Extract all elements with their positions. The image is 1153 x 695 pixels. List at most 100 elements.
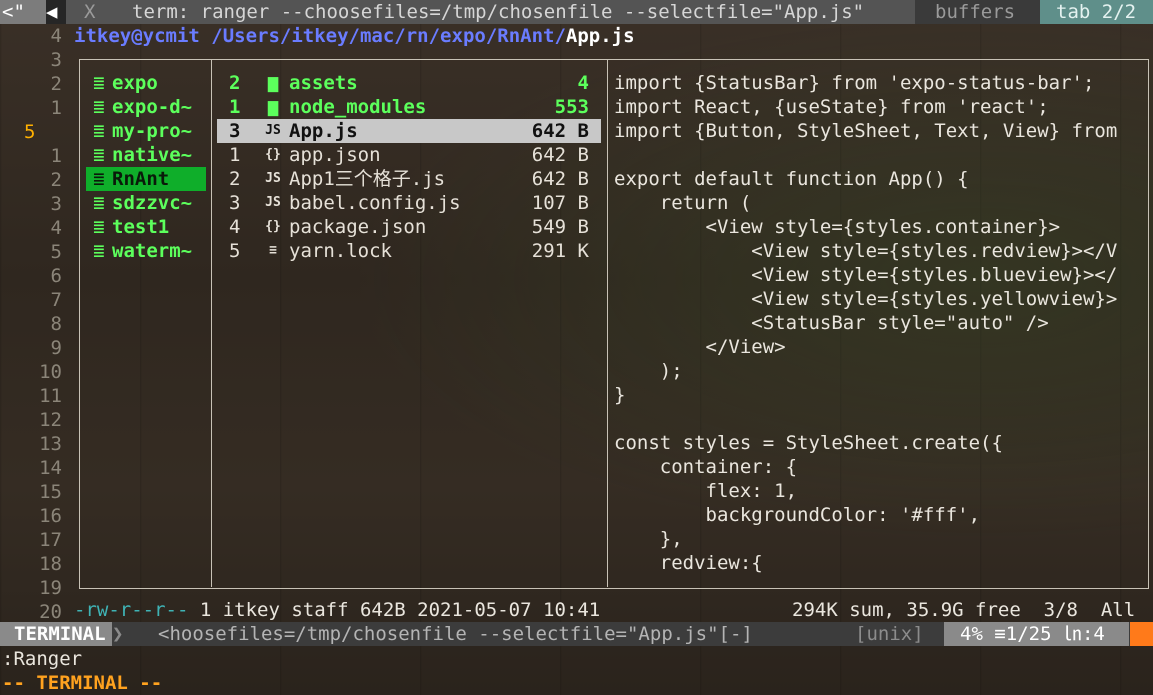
file-name: app.json <box>289 144 381 166</box>
file-size: 4 <box>577 72 589 94</box>
parent-dir-item[interactable]: ≣ RnAnt <box>86 167 206 191</box>
folder-list-icon: ≣ <box>93 192 105 214</box>
text-file-icon: ≡ <box>269 243 277 258</box>
preview-code-line: <View style={styles.yellowview}> <box>614 288 1118 310</box>
line-number: 17 <box>39 529 62 551</box>
tabline-left-label: <" <box>0 0 46 24</box>
file-index: 4 <box>229 216 241 238</box>
parent-dir-label: expo-d~ <box>112 96 193 118</box>
preview-code-line: export default function App() { <box>614 168 969 190</box>
buffers-button[interactable]: buffers <box>915 0 1055 24</box>
line-number: 10 <box>39 361 62 383</box>
vim-statusline: TERMINAL ❯ <hoosefiles=/tmp/chosenfile -… <box>0 622 1153 646</box>
file-index: 3 <box>229 192 241 214</box>
parent-dir-item[interactable]: ≣ sdzzvc~ <box>86 191 206 215</box>
file-format: [unix] <box>855 623 924 645</box>
parent-dir-item[interactable]: ≣ waterm~ <box>86 239 206 263</box>
preview-code-line: ); <box>614 360 683 382</box>
preview-code-line: </View> <box>614 336 786 358</box>
folder-icon: ▆ <box>267 97 279 117</box>
parent-dir-label: expo <box>112 72 158 94</box>
parent-dir-item[interactable]: ≣ expo-d~ <box>86 95 206 119</box>
folder-list-icon: ≣ <box>93 72 105 94</box>
line-number: 8 <box>50 313 62 335</box>
line-number: 16 <box>39 505 62 527</box>
file-size: 291 K <box>531 240 589 262</box>
column-divider <box>607 59 608 587</box>
line-number: 2 <box>50 169 62 191</box>
preview-code-line: <View style={styles.container}> <box>614 216 1061 238</box>
folder-list-icon: ≣ <box>93 120 105 142</box>
line-number: 11 <box>39 385 62 407</box>
preview-code-line: import {StatusBar} from 'expo-status-bar… <box>614 72 1095 94</box>
line-number: 5 <box>50 241 62 263</box>
preview-code-line <box>614 407 1147 431</box>
file-size: 549 B <box>531 216 589 238</box>
file-list-item[interactable]: 3 JS App.js 642 B <box>217 119 601 143</box>
file-metadata: 1 itkey staff 642B 2021-05-07 10:41 <box>188 599 601 621</box>
file-list-item[interactable]: 1 ▆ node_modules 553 <box>217 95 601 119</box>
file-list-item[interactable]: 4 {} package.json 549 B <box>217 215 601 239</box>
js-icon: JS <box>265 123 281 138</box>
buffer-name: <hoosefiles=/tmp/chosenfile --selectfile… <box>158 623 753 645</box>
ranger-disk-info: 294K sum, 35.9G free 3/8 All <box>792 599 1136 621</box>
preview-code-line: backgroundColor: '#fff', <box>614 504 981 526</box>
file-index: 1 <box>229 96 241 118</box>
mode-indicator: TERMINAL <box>0 622 112 646</box>
file-size: 642 B <box>531 168 589 190</box>
file-index: 1 <box>229 144 241 166</box>
line-number: 9 <box>50 337 62 359</box>
preview-code-line: import React, {useState} from 'react'; <box>614 96 1049 118</box>
file-name: assets <box>289 72 358 94</box>
preview-code-line: container: { <box>614 456 798 478</box>
folder-list-icon: ≣ <box>93 96 105 118</box>
file-name: node_modules <box>289 96 427 118</box>
file-index: 2 <box>229 168 241 190</box>
file-list-item[interactable]: 2 JS App1三个格子.js 642 B <box>217 167 601 191</box>
line-number: 12 <box>39 409 62 431</box>
column-divider <box>211 59 212 587</box>
chevron-right-icon: ❯ <box>112 623 124 645</box>
parent-dir-item[interactable]: ≣ expo <box>86 71 206 95</box>
parent-dir-label: sdzzvc~ <box>112 192 193 214</box>
js-icon: JS <box>265 195 281 210</box>
preview-code-line: <StatusBar style="auto" /> <box>614 312 1049 334</box>
preview-code-line: <View style={styles.redview}></V <box>614 240 1118 262</box>
json-icon: {} <box>265 147 281 162</box>
file-list-item[interactable]: 3 JS babel.config.js 107 B <box>217 191 601 215</box>
file-size: 642 B <box>531 144 589 166</box>
parent-dir-item[interactable]: ≣ my-pro~ <box>86 119 206 143</box>
parent-dir-item[interactable]: ≣ test1 <box>86 215 206 239</box>
file-name: package.json <box>289 216 427 238</box>
preview-code-line: redview:{ <box>614 552 763 574</box>
file-index: 5 <box>229 240 241 262</box>
parent-dir-label: native~ <box>112 144 193 166</box>
file-list-item[interactable]: 5 ≡ yarn.lock 291 K <box>217 239 601 263</box>
preview-code-line: <View style={styles.blueview}></ <box>614 264 1118 286</box>
current-file: App.js <box>565 25 635 47</box>
user-host: itkey@ycmit <box>74 25 200 47</box>
file-name: yarn.lock <box>289 240 392 262</box>
line-number: 4 <box>50 217 62 239</box>
folder-list-icon: ≣ <box>93 144 105 166</box>
file-list-item[interactable]: 2 ▆ assets 4 <box>217 71 601 95</box>
folder-list-icon: ≣ <box>93 168 105 190</box>
js-icon: JS <box>265 171 281 186</box>
command-line[interactable]: :Ranger <box>2 647 82 671</box>
tab-terminal-ranger[interactable]: term: ranger --choosefiles=/tmp/chosenfi… <box>112 0 927 24</box>
json-icon: {} <box>265 219 281 234</box>
line-number: 6 <box>50 265 62 287</box>
line-number: 20 <box>39 601 62 623</box>
line-number: 1 <box>50 145 62 167</box>
parent-dir-item[interactable]: ≣ native~ <box>86 143 206 167</box>
current-directory: /Users/itkey/mac/rn/expo/RnAnt/ <box>199 25 566 47</box>
file-list-item[interactable]: 1 {} app.json 642 B <box>217 143 601 167</box>
parent-dir-label: RnAnt <box>112 168 170 190</box>
ranger-path-bar: itkey@ycmit /Users/itkey/mac/rn/expo/RnA… <box>74 24 635 48</box>
mode-line: -- TERMINAL -- <box>2 672 163 694</box>
folder-list-icon: ≣ <box>93 240 105 262</box>
tab-counter: tab 2/2 <box>1040 0 1153 24</box>
file-size: 642 B <box>531 120 589 142</box>
file-size: 553 <box>554 96 589 118</box>
line-number: 4 <box>50 25 62 47</box>
